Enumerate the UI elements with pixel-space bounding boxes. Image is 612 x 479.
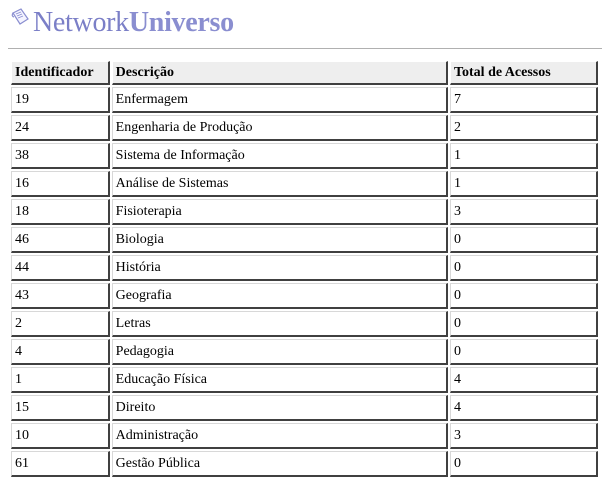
logo-text-network: Network [33,7,129,38]
cell-descricao: Gestão Pública [111,451,448,477]
header-divider [8,48,602,50]
cell-descricao: Engenharia de Produção [111,115,448,141]
cell-descricao: Fisioterapia [111,199,448,225]
courses-access-table: Identificador Descrição Total de Acessos… [9,59,600,479]
cell-identificador: 4 [11,339,110,365]
cell-descricao: Biologia [111,227,448,253]
column-header-identificador: Identificador [11,61,110,85]
table-row: 10 Administração 3 [11,423,598,449]
cell-identificador: 46 [11,227,110,253]
cell-total-acessos: 7 [449,87,598,113]
cell-identificador: 10 [11,423,110,449]
document-scroll-icon [9,7,33,34]
table-row: 4 Pedagogia 0 [11,339,598,365]
table-row: 16 Análise de Sistemas 1 [11,171,598,197]
cell-identificador: 43 [11,283,110,309]
cell-descricao: Pedagogia [111,339,448,365]
cell-total-acessos: 1 [449,171,598,197]
cell-descricao: Administração [111,423,448,449]
cell-total-acessos: 0 [449,451,598,477]
cell-total-acessos: 3 [449,199,598,225]
cell-identificador: 1 [11,367,110,393]
column-header-descricao: Descrição [111,61,448,85]
logo-text-universo: Universo [128,7,234,38]
table-row: 1 Educação Física 4 [11,367,598,393]
cell-identificador: 16 [11,171,110,197]
table-row: 46 Biologia 0 [11,227,598,253]
table-row: 18 Fisioterapia 3 [11,199,598,225]
table-row: 15 Direito 4 [11,395,598,421]
cell-descricao: Enfermagem [111,87,448,113]
table-header-row: Identificador Descrição Total de Acessos [11,61,598,85]
cell-identificador: 18 [11,199,110,225]
cell-total-acessos: 0 [449,311,598,337]
cell-total-acessos: 0 [449,255,598,281]
cell-total-acessos: 0 [449,339,598,365]
cell-identificador: 61 [11,451,110,477]
cell-identificador: 38 [11,143,110,169]
table-row: 2 Letras 0 [11,311,598,337]
cell-identificador: 24 [11,115,110,141]
cell-identificador: 44 [11,255,110,281]
cell-descricao: Educação Física [111,367,448,393]
cell-descricao: Geografia [111,283,448,309]
cell-total-acessos: 1 [449,143,598,169]
cell-total-acessos: 0 [449,283,598,309]
cell-total-acessos: 4 [449,395,598,421]
site-logo[interactable]: NetworkUniverso [33,6,234,40]
column-header-total-acessos: Total de Acessos [449,61,598,85]
site-header: NetworkUniverso [9,6,234,40]
table-row: 38 Sistema de Informação 1 [11,143,598,169]
table-row: 24 Engenharia de Produção 2 [11,115,598,141]
cell-identificador: 2 [11,311,110,337]
table-row: 61 Gestão Pública 0 [11,451,598,477]
cell-descricao: Análise de Sistemas [111,171,448,197]
cell-total-acessos: 2 [449,115,598,141]
cell-descricao: Letras [111,311,448,337]
cell-identificador: 19 [11,87,110,113]
cell-total-acessos: 0 [449,227,598,253]
cell-descricao: História [111,255,448,281]
cell-total-acessos: 3 [449,423,598,449]
table-row: 44 História 0 [11,255,598,281]
cell-descricao: Sistema de Informação [111,143,448,169]
cell-descricao: Direito [111,395,448,421]
cell-identificador: 15 [11,395,110,421]
cell-total-acessos: 4 [449,367,598,393]
table-row: 43 Geografia 0 [11,283,598,309]
table-row: 19 Enfermagem 7 [11,87,598,113]
